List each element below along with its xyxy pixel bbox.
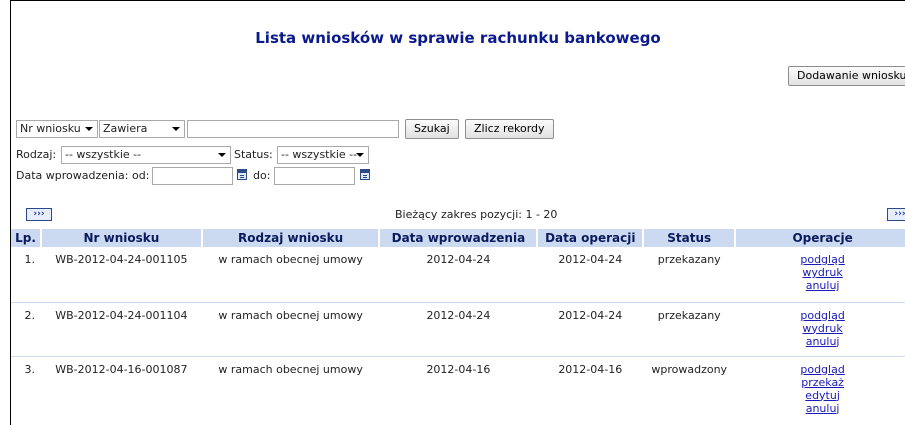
main-panel: Lista wniosków w sprawie rachunku bankow…	[10, 0, 905, 425]
search-operator-select-value: Zawiera	[103, 122, 148, 135]
preview-link[interactable]: podgląd	[739, 309, 905, 322]
next-page-icon[interactable]: ›››	[26, 208, 52, 221]
cell-operacje: podgląd przekaż edytuj anuluj	[735, 356, 905, 425]
calendar-icon[interactable]	[237, 169, 247, 180]
print-link[interactable]: wydruk	[739, 266, 905, 279]
chevron-down-icon	[356, 153, 364, 157]
col-header-nr[interactable]: Nr wniosku	[40, 229, 203, 247]
cell-data-wprowadzenia: 2012-04-24	[379, 302, 538, 357]
cell-rodzaj: w ramach obecnej umowy	[201, 356, 380, 425]
print-link[interactable]: wydruk	[739, 322, 905, 335]
type-label: Rodzaj:	[16, 148, 57, 161]
edit-link[interactable]: edytuj	[739, 389, 905, 402]
cell-data-operacji: 2012-04-24	[537, 247, 644, 303]
table-row: 2. WB-2012-04-24-001104 w ramach obecnej…	[11, 302, 905, 357]
search-button[interactable]: Szukaj	[405, 119, 459, 139]
status-select[interactable]: -- wszystkie --	[277, 146, 369, 164]
col-header-lp[interactable]: Lp.	[11, 229, 42, 247]
col-header-operacje: Operacje	[735, 229, 905, 247]
date-to-label: do:	[253, 169, 271, 182]
cell-status: przekazany	[643, 302, 736, 357]
cell-status: wprowadzony	[643, 356, 736, 425]
cell-rodzaj: w ramach obecnej umowy	[201, 247, 380, 303]
date-from-input[interactable]	[152, 167, 233, 185]
cancel-link[interactable]: anuluj	[739, 279, 905, 292]
col-header-rodzaj[interactable]: Rodzaj wniosku	[201, 229, 381, 247]
chevron-down-icon	[218, 153, 226, 157]
col-header-status[interactable]: Status	[643, 229, 737, 247]
cell-operacje: podgląd wydruk anuluj	[735, 302, 905, 357]
date-from-label: Data wprowadzenia: od:	[16, 169, 150, 182]
status-select-value: -- wszystkie --	[281, 148, 358, 161]
cancel-link[interactable]: anuluj	[739, 402, 905, 415]
col-header-data-operacji[interactable]: Data operacji	[537, 229, 645, 247]
range-info: Bieżący zakres pozycji: 1 - 20	[395, 208, 558, 221]
table-row: 1. WB-2012-04-24-001105 w ramach obecnej…	[11, 247, 905, 303]
type-select-value: -- wszystkie --	[65, 148, 142, 161]
search-field-select-value: Nr wniosku	[20, 122, 81, 135]
table-row: 3. WB-2012-04-16-001087 w ramach obecnej…	[11, 356, 905, 425]
date-to-input[interactable]	[274, 167, 355, 185]
cell-nr: WB-2012-04-24-001104	[40, 302, 202, 357]
cancel-link[interactable]: anuluj	[739, 335, 905, 348]
cell-rodzaj: w ramach obecnej umowy	[201, 302, 380, 357]
cell-nr: WB-2012-04-24-001105	[40, 247, 202, 303]
submit-link[interactable]: przekaż	[739, 376, 905, 389]
add-request-button[interactable]: Dodawanie wniosku	[788, 66, 905, 86]
page-title: Lista wniosków w sprawie rachunku bankow…	[255, 29, 661, 47]
table-header-row: Lp. Nr wniosku Rodzaj wniosku Data wprow…	[11, 229, 905, 247]
col-header-data-wprowadzenia[interactable]: Data wprowadzenia	[379, 229, 539, 247]
status-label: Status:	[234, 148, 273, 161]
requests-table: Lp. Nr wniosku Rodzaj wniosku Data wprow…	[11, 229, 905, 425]
cell-lp: 1.	[11, 247, 41, 303]
search-input[interactable]	[187, 120, 399, 138]
calendar-icon[interactable]	[360, 169, 370, 180]
search-field-select[interactable]: Nr wniosku	[16, 120, 98, 138]
preview-link[interactable]: podgląd	[739, 253, 905, 266]
cell-status: przekazany	[643, 247, 736, 303]
chevron-down-icon	[85, 127, 93, 131]
type-select[interactable]: -- wszystkie --	[61, 146, 231, 164]
cell-data-operacji: 2012-04-16	[537, 356, 644, 425]
count-records-button[interactable]: Zlicz rekordy	[465, 119, 554, 139]
preview-link[interactable]: podgląd	[739, 363, 905, 376]
cell-lp: 3.	[11, 356, 41, 425]
search-operator-select[interactable]: Zawiera	[99, 120, 185, 138]
chevron-down-icon	[172, 127, 180, 131]
cell-operacje: podgląd wydruk anuluj	[735, 247, 905, 303]
cell-data-wprowadzenia: 2012-04-24	[379, 247, 538, 303]
cell-data-wprowadzenia: 2012-04-16	[379, 356, 538, 425]
next-page-icon[interactable]: ›››	[887, 208, 905, 221]
cell-lp: 2.	[11, 302, 41, 357]
cell-nr: WB-2012-04-16-001087	[40, 356, 202, 425]
cell-data-operacji: 2012-04-24	[537, 302, 644, 357]
